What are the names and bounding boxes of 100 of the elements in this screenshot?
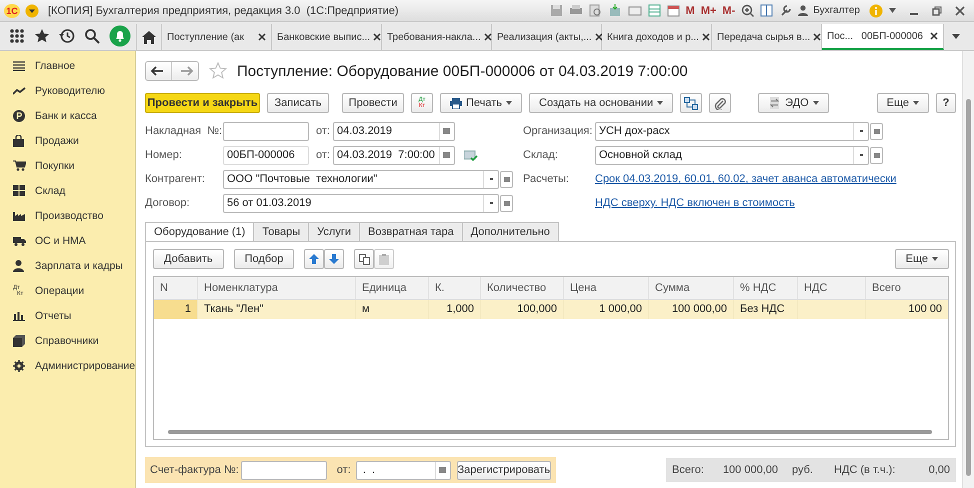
sidebar-item[interactable]: Продажи (0, 128, 135, 153)
close-icon[interactable] (258, 33, 266, 41)
column-header[interactable]: НДС (798, 277, 866, 299)
move-down-button[interactable] (324, 249, 344, 269)
caret-icon (913, 101, 919, 105)
close-icon[interactable] (955, 6, 965, 16)
calendar-icon[interactable] (666, 4, 680, 17)
copy-button[interactable] (354, 249, 374, 269)
structure-button[interactable] (680, 93, 702, 113)
close-icon[interactable] (702, 33, 710, 41)
document-icon[interactable] (608, 4, 622, 17)
section-tab[interactable]: Возвратная тара (359, 222, 463, 241)
sidebar-item[interactable]: Справочники (0, 328, 135, 353)
close-icon[interactable] (930, 32, 938, 40)
invoice-number-field[interactable] (223, 122, 309, 140)
search-icon[interactable] (84, 28, 100, 44)
help-button[interactable]: ? (936, 93, 956, 113)
date-field[interactable]: . . (356, 460, 451, 480)
wrench-icon[interactable] (779, 4, 792, 17)
table-icon[interactable] (648, 4, 661, 17)
add-button[interactable]: Добавить (153, 249, 224, 269)
sidebar-item[interactable]: Зарплата и кадры (0, 253, 135, 278)
sidebar-item[interactable]: Руководителю (0, 78, 135, 103)
memory-button[interactable]: M+ (700, 4, 718, 16)
vertical-scrollbar[interactable] (962, 51, 974, 488)
sidebar-item[interactable]: Банк и касса (0, 103, 135, 128)
contract-field[interactable]: 56 от 01.03.2019 (223, 194, 499, 212)
sidebar-item[interactable]: Администрирование (0, 353, 135, 378)
trend-icon (13, 86, 26, 94)
open-icon[interactable] (500, 170, 513, 188)
document-tab[interactable]: Пос... 00БП-000006 (822, 24, 944, 50)
column-header[interactable]: Цена (564, 277, 649, 299)
open-icon[interactable] (870, 146, 883, 164)
table-row[interactable]: 1 Ткань "Лен" м 1,000 100,000 1 000,00 100 000,00 Без НДС 100 00 (154, 300, 948, 319)
date-field[interactable]: 04.03.2019 (332, 122, 455, 140)
star-icon[interactable] (34, 28, 50, 44)
sidebar-item[interactable]: Главное (0, 53, 135, 78)
restore-icon[interactable] (932, 6, 942, 16)
memory-button[interactable]: M- (721, 4, 736, 16)
attach-button[interactable] (709, 93, 732, 113)
column-header[interactable]: Сумма (649, 277, 734, 299)
vat-link[interactable]: НДС сверху. НДС включен в стоимость (595, 197, 795, 209)
section-tab[interactable]: Дополнительно (462, 222, 559, 241)
invoice-number-field[interactable] (240, 460, 327, 480)
column-header[interactable]: % НДС (734, 277, 798, 299)
post-button[interactable]: Провести (342, 93, 404, 113)
history-icon[interactable] (59, 28, 75, 44)
column-header[interactable]: N (154, 277, 198, 299)
forward-arrow-icon[interactable] (180, 66, 194, 76)
move-up-button[interactable] (304, 249, 324, 269)
sidebar-item[interactable]: Склад (0, 178, 135, 203)
date-time-field[interactable]: 04.03.2019 7:00:00 (332, 146, 455, 164)
user-name[interactable]: Бухгалтер (813, 5, 860, 16)
field-label: Организация: (523, 125, 594, 137)
open-icon[interactable] (870, 122, 883, 140)
sidebar-item[interactable]: Отчеты (0, 303, 135, 328)
menu-caret-icon[interactable] (25, 4, 39, 18)
sidebar-item[interactable]: Производство (0, 203, 135, 228)
coin-icon (13, 110, 25, 122)
create-based-on-button[interactable]: Создать на основании (529, 93, 674, 113)
close-icon[interactable] (484, 33, 492, 41)
section-tab[interactable]: Товары (253, 222, 310, 241)
number-field[interactable]: 00БП-000006 (223, 146, 309, 164)
document-check-icon[interactable] (464, 150, 478, 160)
print-button[interactable]: Печать (440, 93, 522, 113)
register-button[interactable]: Зарегистрировать (456, 460, 551, 480)
settlements-link[interactable]: Срок 04.03.2019, 60.01, 60.02, зачет аванса автоматически (595, 173, 896, 185)
back-arrow-icon[interactable] (150, 66, 164, 76)
preview-icon[interactable] (588, 4, 602, 17)
column-header[interactable]: Номенклатура (198, 277, 356, 299)
more-button[interactable]: Еще (894, 249, 949, 269)
bell-icon[interactable] (109, 25, 131, 47)
post-and-close-button[interactable]: Провести и закрыть (145, 93, 260, 113)
document-tab[interactable]: Книга доходов и р... (602, 24, 712, 50)
organization-field[interactable]: УСН дох-расх (595, 122, 869, 140)
more-button[interactable]: Еще (876, 93, 929, 113)
pick-button[interactable]: Подбор (234, 249, 294, 269)
section-tab[interactable]: Оборудование (1) (145, 222, 254, 242)
caret-icon[interactable] (952, 34, 960, 39)
zoom-icon[interactable] (741, 4, 754, 17)
section-tab[interactable]: Услуги (308, 222, 360, 241)
open-icon[interactable] (500, 194, 513, 212)
sidebar-item[interactable]: ОС и НМА (0, 228, 135, 253)
memory-button[interactable]: M (684, 4, 696, 16)
close-icon[interactable] (813, 33, 822, 41)
save-button[interactable]: Записать (267, 93, 329, 113)
close-icon[interactable] (594, 33, 603, 41)
caret-icon[interactable] (889, 8, 896, 13)
edo-button[interactable]: ЭДО (758, 93, 829, 113)
apps-grid-icon[interactable] (9, 28, 25, 44)
close-icon[interactable] (373, 33, 382, 41)
warehouse-field[interactable]: Основной склад (595, 146, 869, 164)
column-header[interactable]: К. (429, 277, 481, 299)
column-header[interactable]: Количество (481, 277, 564, 299)
favorite-star-icon[interactable] (209, 62, 227, 80)
sidebar-item[interactable]: Покупки (0, 153, 135, 178)
counterparty-field[interactable]: ООО "Почтовые технологии" (223, 170, 499, 188)
column-header[interactable]: Всего (866, 277, 948, 299)
panel-icon[interactable] (760, 4, 774, 17)
column-header[interactable]: Единица (356, 277, 429, 299)
